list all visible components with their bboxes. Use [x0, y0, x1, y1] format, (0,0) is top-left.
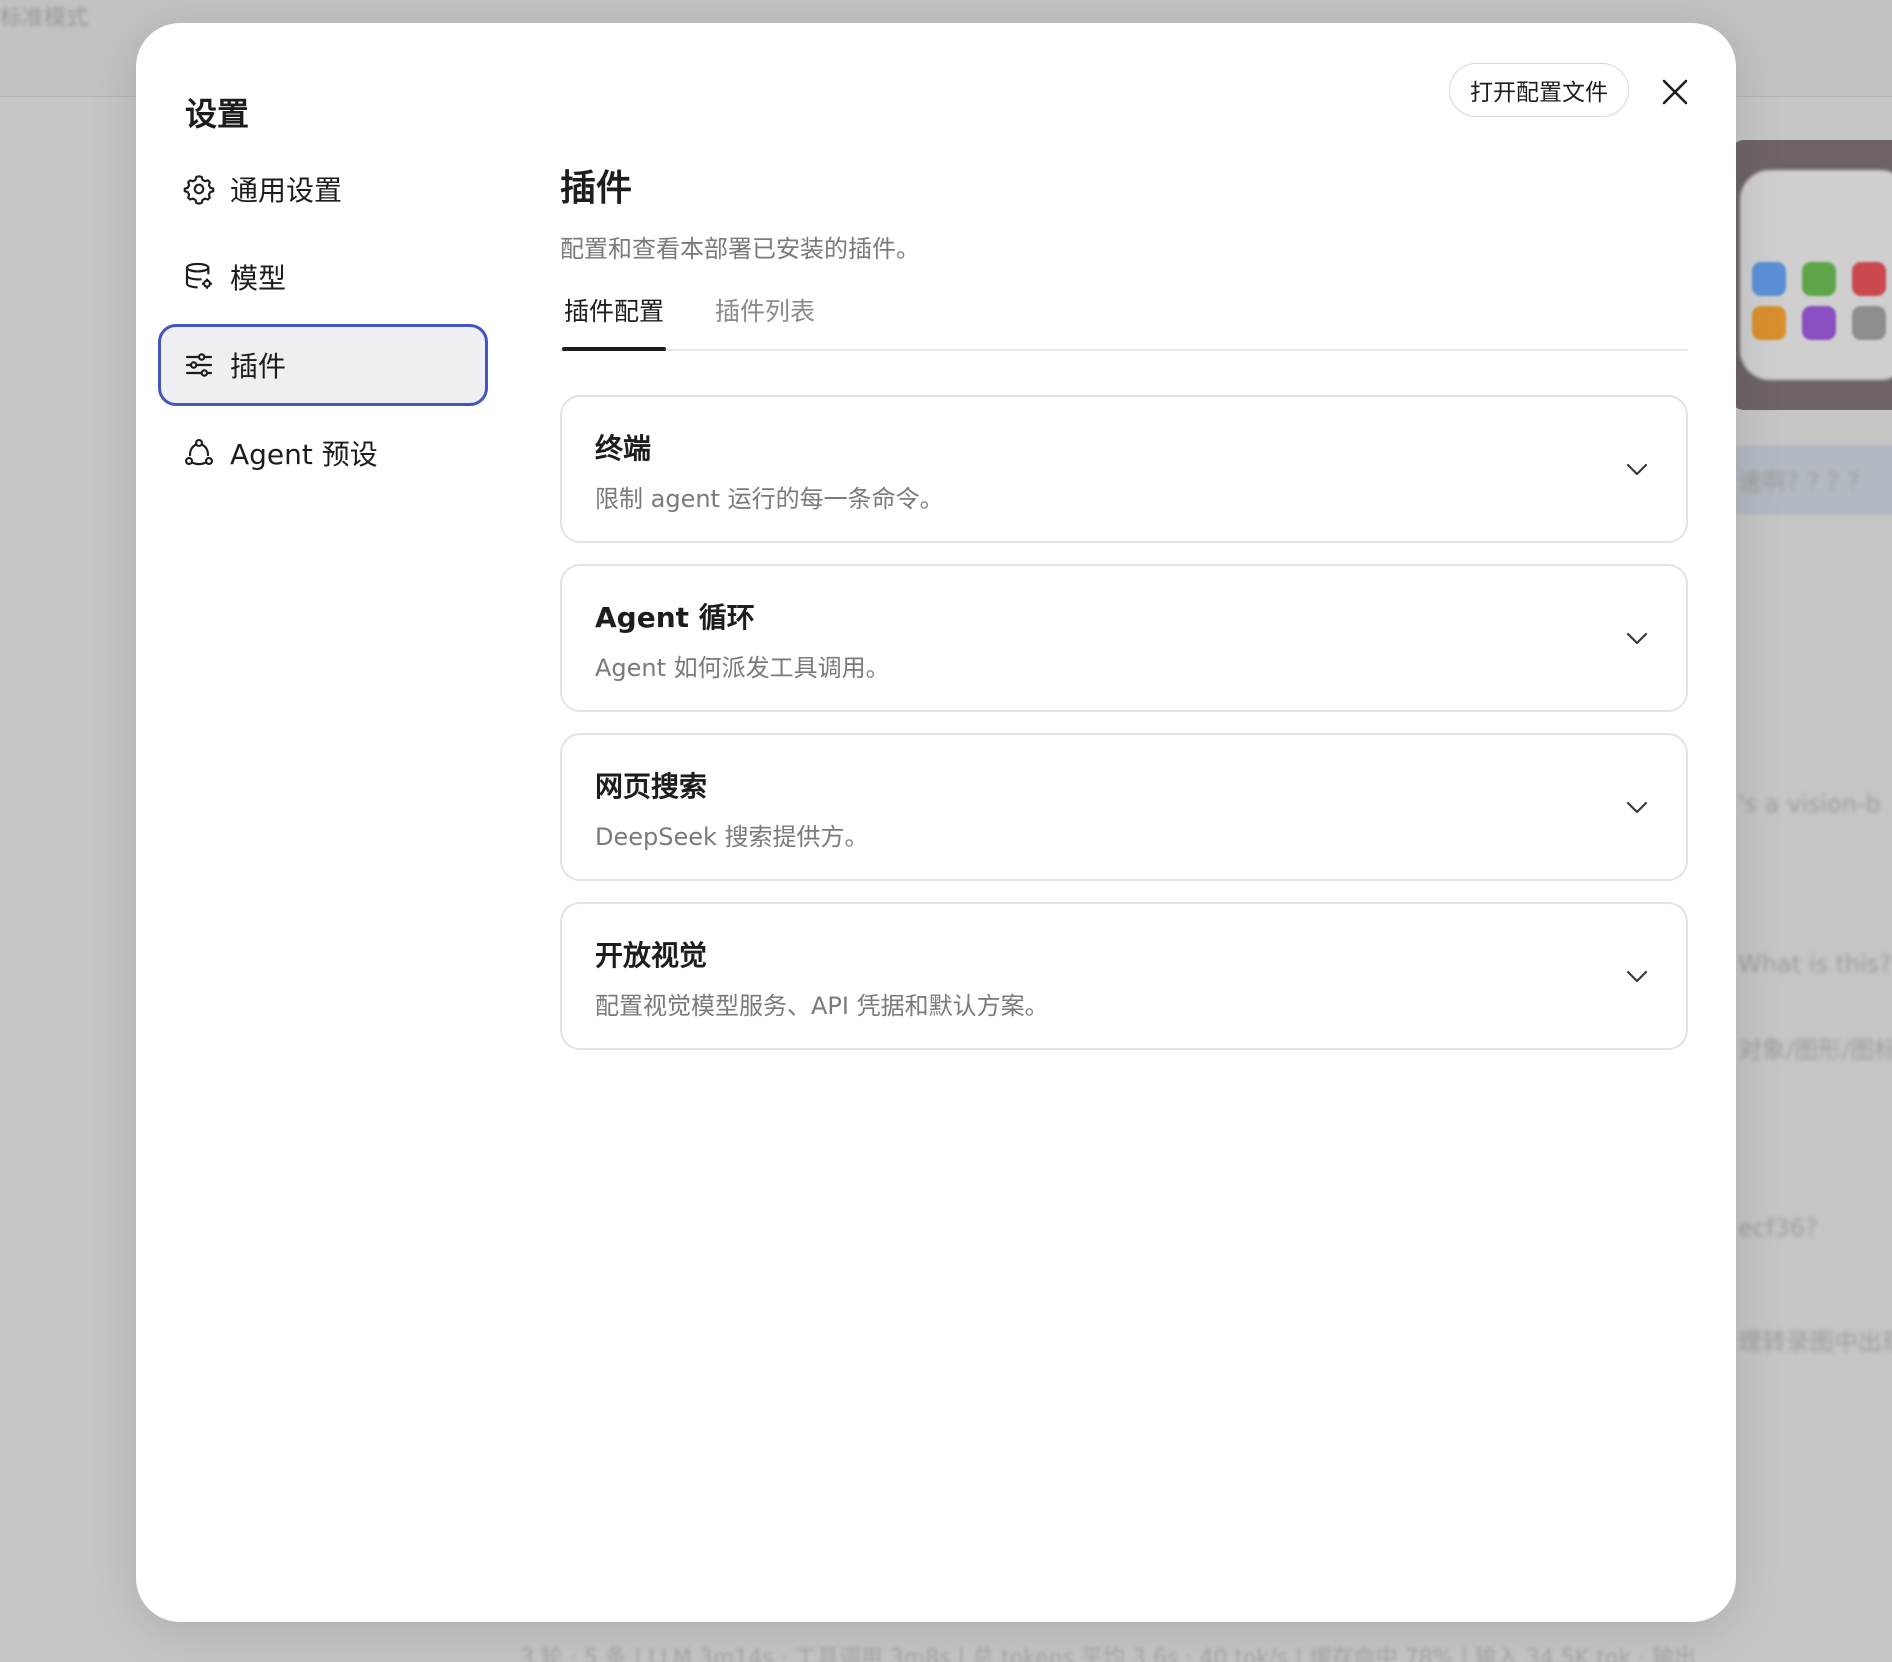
background-app-icon [1852, 306, 1886, 340]
tab-plugin-config[interactable]: 插件配置 [562, 287, 667, 351]
plugin-card-title: 网页搜索 [595, 770, 708, 803]
sidebar-item-general[interactable]: 通用设置 [158, 148, 488, 230]
plugin-card-agent-loop[interactable]: Agent 循环 Agent 如何派发工具调用。 [560, 564, 1688, 712]
sidebar-item-label: 通用设置 [230, 174, 343, 207]
chevron-down-icon[interactable] [1624, 457, 1650, 483]
settings-sidebar: 通用设置 模型 插件 Agent 预设 [158, 148, 488, 500]
gear-icon [182, 172, 216, 206]
database-icon [182, 260, 216, 294]
plugin-card-open-vision[interactable]: 开放视觉 配置视觉模型服务、API 凭据和默认方案。 [560, 902, 1688, 1050]
plugin-tabs: 插件配置 插件列表 [560, 287, 1688, 351]
sidebar-item-agent-presets[interactable]: Agent 预设 [158, 412, 488, 494]
background-text: What is this? [1738, 950, 1892, 978]
background-mode-label: 标准模式 [0, 6, 89, 31]
plugin-card-title: 开放视觉 [595, 939, 708, 972]
plugin-card-description: 配置视觉模型服务、API 凭据和默认方案。 [595, 992, 1049, 1020]
plugin-card-web-search[interactable]: 网页搜索 DeepSeek 搜索提供方。 [560, 733, 1688, 881]
chevron-down-icon[interactable] [1624, 626, 1650, 652]
open-config-file-button[interactable]: 打开配置文件 [1449, 63, 1629, 117]
background-app-icon [1802, 306, 1836, 340]
sidebar-item-label: 模型 [230, 262, 287, 295]
sidebar-item-models[interactable]: 模型 [158, 236, 488, 318]
background-text: 速啊? ? ? ? [1738, 468, 1860, 496]
modal-title: 设置 [185, 95, 250, 133]
background-text: 理转录图中出现 [1738, 1328, 1892, 1356]
plugin-card-description: DeepSeek 搜索提供方。 [595, 823, 869, 851]
background-app-icon [1752, 262, 1786, 296]
background-status-bar: 3 轮 · 5 条 | LLM 3m14s · 工具调用 3m8s | 总 to… [520, 1646, 1696, 1662]
background-text: ecf36? [1738, 1214, 1818, 1242]
background-app-icon [1852, 262, 1886, 296]
page-title: 插件 [560, 168, 633, 209]
sliders-icon [182, 348, 216, 382]
sidebar-item-plugins[interactable]: 插件 [158, 324, 488, 406]
background-text: 对象/图形/图标 [1738, 1036, 1892, 1064]
plugin-card-list: 终端 限制 agent 运行的每一条命令。 Agent 循环 Agent 如何派… [560, 395, 1688, 1071]
plugin-card-description: 限制 agent 运行的每一条命令。 [595, 485, 944, 513]
page-description: 配置和查看本部署已安装的插件。 [560, 235, 920, 263]
background-app-icon [1802, 262, 1836, 296]
background-app-icon [1752, 306, 1786, 340]
tab-plugin-list[interactable]: 插件列表 [713, 287, 817, 349]
background-text: 's a vision-b [1738, 790, 1881, 818]
network-icon [182, 436, 216, 470]
chevron-down-icon[interactable] [1624, 795, 1650, 821]
sidebar-item-label: Agent 预设 [230, 438, 378, 471]
close-button[interactable] [1656, 73, 1694, 111]
plugin-card-title: 终端 [595, 432, 652, 465]
settings-modal: 设置 打开配置文件 通用设置 模型 插件 Agent 预设 插件 配置和查看本部… [136, 23, 1736, 1622]
plugin-card-terminal[interactable]: 终端 限制 agent 运行的每一条命令。 [560, 395, 1688, 543]
plugin-card-title: Agent 循环 [595, 601, 755, 634]
close-icon [1662, 79, 1688, 105]
chevron-down-icon[interactable] [1624, 964, 1650, 990]
plugin-card-description: Agent 如何派发工具调用。 [595, 654, 890, 682]
sidebar-item-label: 插件 [230, 350, 287, 383]
